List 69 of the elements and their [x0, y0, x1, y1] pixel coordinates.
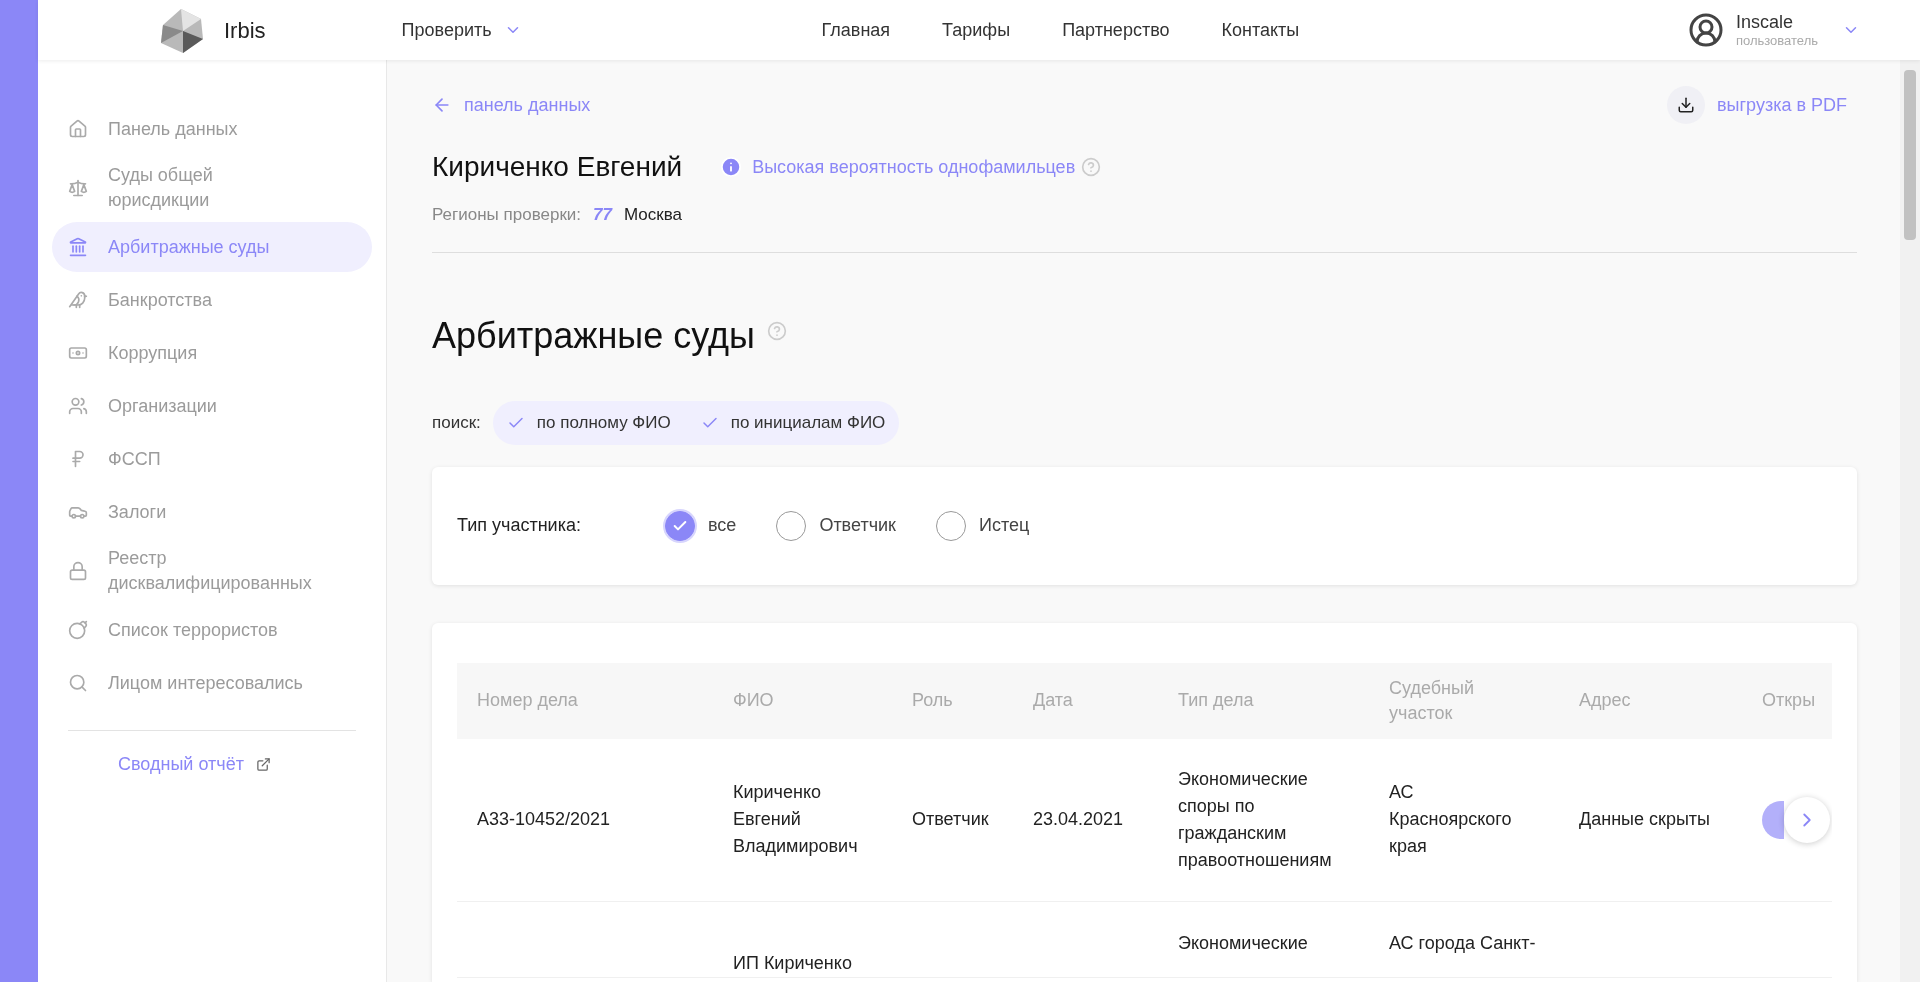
user-name: Inscale	[1735, 10, 1794, 34]
regions-label: Регионы проверки:	[432, 204, 582, 226]
people-icon	[68, 396, 88, 416]
logo-text: Irbis	[224, 16, 266, 45]
table-cell-text: Экономические	[1178, 931, 1309, 955]
summary-report-link[interactable]: Сводный отчёт	[118, 751, 244, 778]
sidebar-item[interactable]: Панель данных	[52, 104, 372, 154]
region-name: Москва	[624, 204, 683, 226]
download-icon	[1667, 86, 1705, 124]
home-icon	[68, 119, 88, 139]
pdf-export-button[interactable]: выгрузка в PDF	[1667, 86, 1847, 124]
column-header: Адрес	[1579, 689, 1632, 712]
help-icon	[1081, 157, 1102, 177]
sidebar-item[interactable]: Суды общей юрисдикции	[52, 157, 372, 219]
search-option[interactable]: по инициалам ФИО	[700, 409, 886, 436]
nav-link[interactable]: Тарифы	[942, 16, 1011, 44]
column-header: Номер дела	[477, 689, 579, 712]
search-label: поиск:	[432, 411, 481, 434]
sidebar-item[interactable]: Банкротства	[52, 275, 372, 325]
lock-icon	[68, 561, 88, 581]
help-icon	[766, 320, 787, 341]
person-name: Кириченко Евгений	[432, 150, 683, 184]
column-header: Дата	[1033, 689, 1074, 712]
table-cell-text: ИП Кириченко	[733, 951, 853, 975]
nav-link[interactable]: Главная	[821, 16, 891, 44]
table-cell-text: Ответчик	[912, 808, 990, 831]
bird-icon	[68, 290, 88, 310]
participant-radio[interactable]: все	[665, 510, 737, 541]
column-header: ФИО	[733, 689, 775, 712]
column-header: Откры	[1762, 689, 1817, 712]
user-avatar-icon	[1687, 12, 1724, 48]
table-cell-text: А33-10452/2021	[477, 808, 612, 831]
info-icon	[720, 156, 743, 178]
bank-building-icon	[68, 237, 88, 257]
sidebar-item[interactable]: Арбитражные суды	[52, 222, 372, 272]
sidebar-item[interactable]: Организации	[52, 381, 372, 431]
participant-radio[interactable]: Ответчик	[776, 510, 896, 541]
table-cell-text: АС Красноярского края	[1389, 781, 1513, 858]
sidebar-item[interactable]: Лицом интересовались	[52, 658, 372, 708]
table-cell-text: Данные скрыты	[1579, 808, 1712, 831]
participant-radio[interactable]: Истец	[935, 510, 1030, 541]
back-link[interactable]: панель данных	[432, 91, 591, 119]
sidebar-item[interactable]: Коррупция	[52, 328, 372, 378]
sidebar-item[interactable]: Список террористов	[52, 605, 372, 655]
nav-link[interactable]: Контакты	[1221, 16, 1300, 44]
search-icon	[68, 673, 88, 693]
sidebar-item[interactable]: ФССП	[52, 434, 372, 484]
table-cell-text: Кириченко Евгений Владимирович	[733, 781, 859, 858]
open-button[interactable]	[1762, 800, 1784, 839]
table-cell-text: АС города Санкт-	[1389, 931, 1537, 955]
column-header: Тип дела	[1178, 689, 1255, 712]
external-link-icon	[255, 757, 271, 772]
scrollbar-thumb[interactable]	[1904, 70, 1916, 240]
table-cell-text: 23.04.2021	[1033, 808, 1125, 831]
search-option[interactable]: по полному ФИО	[506, 409, 671, 436]
section-title: Арбитражные суды	[432, 313, 755, 358]
column-header: Роль	[912, 689, 954, 712]
nav-link[interactable]: Партнерство	[1062, 16, 1170, 44]
table-cell-text: Экономические споры по гражданским правоотношениям	[1178, 767, 1333, 872]
region-code: 77	[593, 204, 612, 226]
sidebar-item[interactable]: Залоги	[52, 487, 372, 537]
scroll-right-button[interactable]	[1784, 796, 1830, 843]
scales-icon	[68, 178, 88, 198]
sidebar-item[interactable]: Реестр дисквалифицированных	[52, 540, 372, 602]
namesake-warning: Высокая вероятность однофамильцев	[752, 155, 1076, 179]
user-role: пользователь	[1735, 33, 1818, 50]
column-header: Судебный участок	[1389, 676, 1475, 725]
check-menu[interactable]: Проверить	[401, 16, 522, 44]
participant-type-label: Тип участника:	[457, 514, 582, 537]
